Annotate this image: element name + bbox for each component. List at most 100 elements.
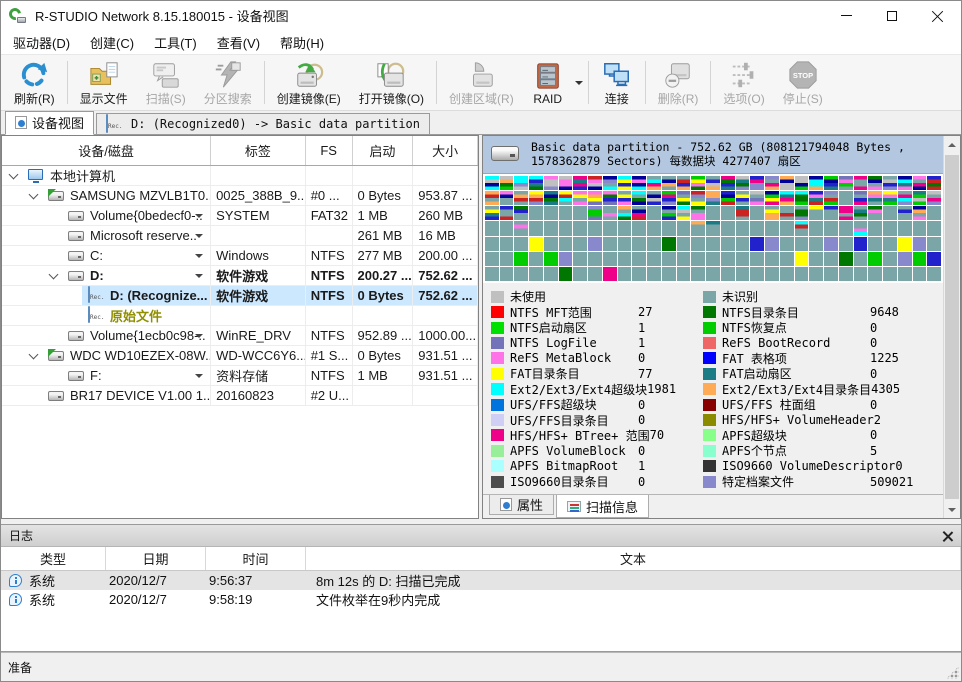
- tab-scan-information[interactable]: 扫描信息: [556, 495, 649, 518]
- expander-icon[interactable]: [29, 350, 39, 360]
- table-row[interactable]: BR17 DEVICE V1.00 1....20160823#2 U...: [2, 386, 478, 406]
- table-row[interactable]: Volume{0bedecf0-..SYSTEMFAT321 MB260 MB: [2, 206, 478, 226]
- scan-legend: 未使用NTFS MFT范围27NTFS启动扇区1NTFS LogFile1ReF…: [483, 283, 943, 494]
- toolbar-button-create-image[interactable]: 创建镜像(E): [268, 57, 350, 108]
- menu-item[interactable]: 工具(T): [144, 30, 207, 55]
- column-header-2[interactable]: FS: [306, 136, 353, 165]
- log-column-header-2[interactable]: 时间: [206, 547, 306, 570]
- legend-item: FAT 表格项1225: [703, 351, 943, 366]
- log-column-header-3[interactable]: 文本: [306, 547, 961, 570]
- toolbar-button-label: 删除(R): [658, 90, 699, 107]
- toolbar-button-create-region-body[interactable]: 创建区域(R): [440, 57, 523, 108]
- dropdown-arrow-icon[interactable]: [195, 254, 203, 262]
- toolbar-button-delete-body[interactable]: 删除(R): [649, 57, 708, 108]
- block-cell: [603, 252, 617, 266]
- column-header-4[interactable]: 大小: [413, 136, 478, 165]
- dropdown-arrow-icon[interactable]: [195, 274, 203, 282]
- scroll-down-icon[interactable]: [944, 501, 960, 518]
- table-row[interactable]: Rec.原始文件: [2, 306, 478, 326]
- vertical-scrollbar[interactable]: [943, 136, 960, 518]
- toolbar-button-scan-body[interactable]: 扫描(S): [137, 57, 195, 108]
- expander-icon[interactable]: [9, 170, 19, 180]
- scan-block-map[interactable]: [483, 174, 943, 283]
- table-row[interactable]: Volume{1ecb0c98-..WinRE_DRVNTFS952.89 ..…: [2, 326, 478, 346]
- log-column-header-1[interactable]: 日期: [106, 547, 206, 570]
- toolbar-button-scan[interactable]: 扫描(S): [137, 57, 195, 108]
- toolbar-button-create-region[interactable]: 创建区域(R): [440, 57, 523, 108]
- toolbar-button-open-image-body[interactable]: 打开镜像(O): [350, 57, 433, 108]
- toolbar-button-options[interactable]: 选项(O): [714, 57, 773, 108]
- cell-fs: FAT32: [306, 206, 353, 225]
- toolbar-button-connect[interactable]: 连接: [592, 57, 642, 108]
- table-row[interactable]: SAMSUNG MZVLB1T0...0025_388B_9...#0 ...0…: [2, 186, 478, 206]
- log-row[interactable]: 系统2020/12/79:56:378m 12s 的 D: 扫描已完成: [1, 571, 961, 590]
- dropdown-arrow-icon[interactable]: [195, 334, 203, 342]
- toolbar-button-stop[interactable]: STOP停止(S): [774, 57, 832, 108]
- block-cell: [706, 191, 720, 205]
- toolbar-button-partition-search[interactable]: 分区搜索: [195, 57, 261, 108]
- log-close-icon[interactable]: [943, 531, 953, 541]
- toolbar-button-connect-body[interactable]: 连接: [592, 57, 642, 108]
- block-cell: [868, 176, 882, 190]
- close-button[interactable]: [915, 1, 961, 30]
- column-header-0[interactable]: 设备/磁盘: [2, 136, 211, 165]
- scroll-up-icon[interactable]: [944, 136, 960, 153]
- scrollbar-track[interactable]: [944, 153, 960, 501]
- dropdown-arrow-icon[interactable]: [195, 234, 203, 242]
- toolbar-button-refresh-body[interactable]: 刷新(R): [5, 57, 64, 108]
- device-name-cell: C:: [2, 246, 211, 265]
- dropdown-arrow-icon[interactable]: [195, 214, 203, 222]
- log-row[interactable]: 系统2020/12/79:58:19文件枚举在9秒内完成: [1, 590, 961, 609]
- log-panel: 日志 类型日期时间文本 系统2020/12/79:56:378m 12s 的 D…: [1, 524, 961, 652]
- block-cell: [750, 191, 764, 205]
- menu-item[interactable]: 查看(V): [207, 30, 270, 55]
- tab-device-view[interactable]: 设备视图: [5, 111, 94, 135]
- table-row[interactable]: F:资料存储NTFS1 MB931.51 ...: [2, 366, 478, 386]
- cell-fs: NTFS: [306, 266, 353, 285]
- cell-fs: [306, 306, 353, 325]
- dropdown-arrow-icon[interactable]: [195, 374, 203, 382]
- menu-item[interactable]: 创建(C): [80, 30, 144, 55]
- menu-item[interactable]: 帮助(H): [270, 30, 334, 55]
- legend-item: Ext2/Ext3/Ext4目录条目4305: [703, 382, 943, 397]
- scrollbar-thumb[interactable]: [945, 155, 959, 499]
- toolbar-button-create-image-body[interactable]: 创建镜像(E): [268, 57, 350, 108]
- table-row[interactable]: C:WindowsNTFS277 MB200.00 ...: [2, 246, 478, 266]
- table-row[interactable]: D:软件游戏NTFS200.27 ...752.62 ...: [2, 266, 478, 286]
- toolbar-button-show-files[interactable]: 显示文件: [71, 57, 137, 108]
- expander-icon[interactable]: [49, 270, 59, 280]
- log-column-header-0[interactable]: 类型: [1, 547, 106, 570]
- toolbar-button-raid-body[interactable]: RAID: [523, 57, 573, 108]
- tab-partition[interactable]: Rec.D: (Recognized0) -> Basic data parti…: [96, 113, 430, 134]
- menu-item[interactable]: 驱动器(D): [3, 30, 80, 55]
- toolbar-button-raid[interactable]: RAID: [523, 57, 585, 108]
- block-cell: [647, 176, 661, 190]
- toolbar-button-delete[interactable]: 删除(R): [649, 57, 708, 108]
- tab-properties[interactable]: 属性: [489, 495, 554, 515]
- expander-icon[interactable]: [29, 190, 39, 200]
- column-header-1[interactable]: 标签: [211, 136, 306, 165]
- resize-grip[interactable]: [946, 666, 959, 679]
- title-bar: R-STUDIO Network 8.15.180015 - 设备视图: [1, 1, 961, 30]
- cell-start: [353, 386, 414, 405]
- table-row[interactable]: Rec.D: (Recognize...软件游戏NTFS0 Bytes752.6…: [2, 286, 478, 306]
- block-cell: [573, 237, 587, 251]
- device-name-cell: Microsoft reserve..: [2, 226, 211, 245]
- block-cell: [839, 191, 853, 205]
- legend-item: UFS/FFS目录条目0: [491, 412, 703, 427]
- toolbar-button-refresh[interactable]: 刷新(R): [5, 57, 64, 108]
- status-text: 准备: [8, 659, 32, 676]
- toolbar-button-show-files-body[interactable]: 显示文件: [71, 57, 137, 108]
- toolbar-button-partition-search-body[interactable]: 分区搜索: [195, 57, 261, 108]
- toolbar-button-stop-body[interactable]: STOP停止(S): [774, 57, 832, 108]
- table-row[interactable]: 本地计算机: [2, 166, 478, 186]
- table-row[interactable]: WDC WD10EZEX-08W...WD-WCC6Y6...#1 S...0 …: [2, 346, 478, 366]
- maximize-button[interactable]: [869, 1, 915, 30]
- toolbar-button-open-image[interactable]: 打开镜像(O): [350, 57, 433, 108]
- column-header-3[interactable]: 启动: [353, 136, 414, 165]
- log-text: 文件枚举在9秒内完成: [306, 590, 440, 609]
- toolbar-button-options-body[interactable]: 选项(O): [714, 57, 773, 108]
- minimize-button[interactable]: [823, 1, 869, 30]
- table-row[interactable]: Microsoft reserve..261 MB16 MB: [2, 226, 478, 246]
- dropdown-arrow-icon[interactable]: [573, 57, 585, 108]
